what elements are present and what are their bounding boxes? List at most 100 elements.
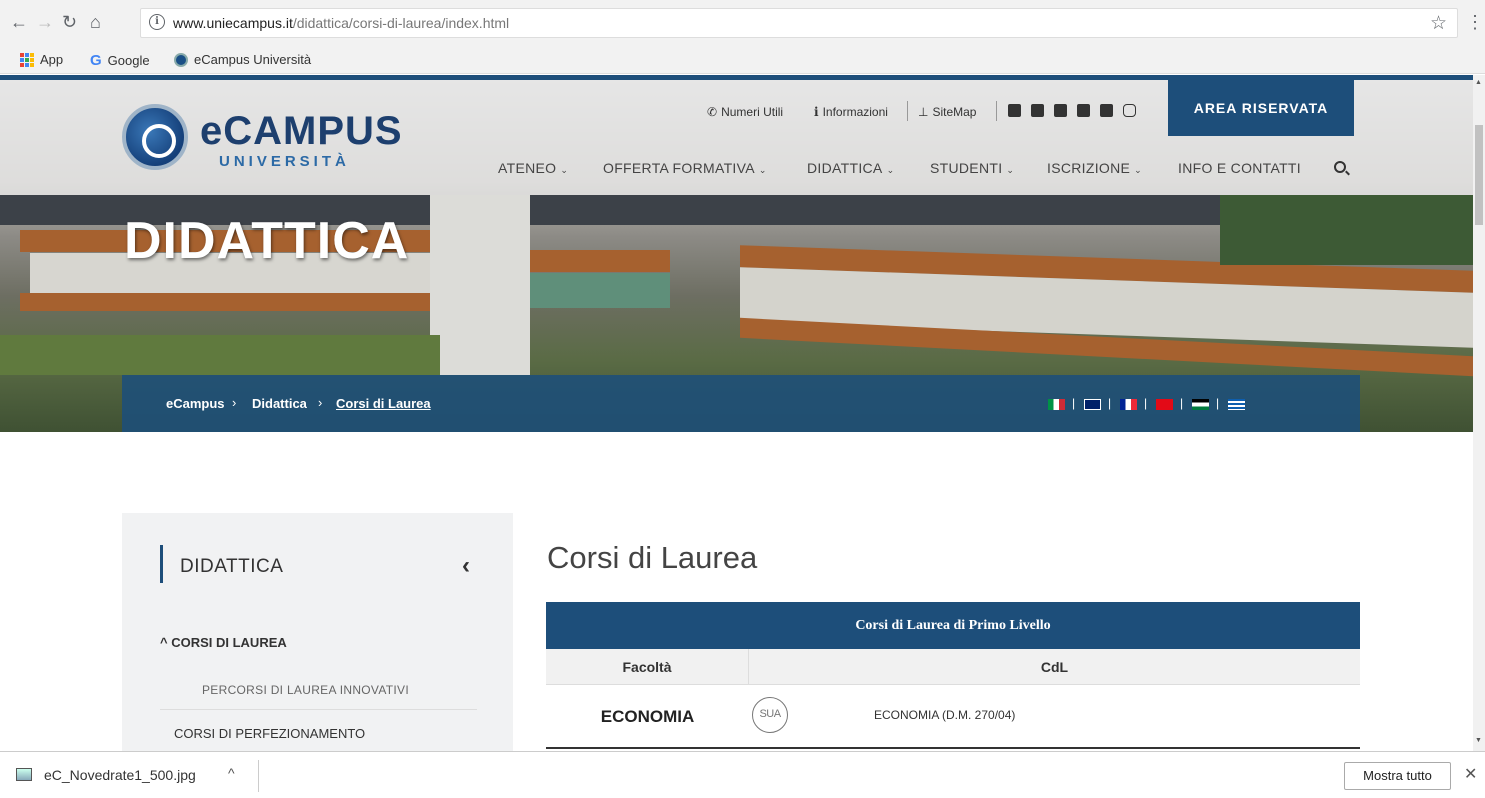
chevron-down-icon: ⌄ [560, 165, 569, 175]
facebook-icon[interactable] [1008, 104, 1021, 117]
sidebar-title-accent [160, 545, 163, 583]
home-icon[interactable]: ⌂ [90, 12, 101, 32]
info-i-icon: i [814, 105, 819, 119]
sidebar-title: DIDATTICA [180, 556, 284, 577]
linkedin-icon[interactable] [1100, 104, 1113, 117]
bookmarks-bar: App G Google eCampus Università [0, 46, 1485, 74]
table-title: Corsi di Laurea di Primo Livello [546, 602, 1360, 649]
scrollbar-thumb[interactable] [1475, 125, 1483, 225]
flag-french-icon[interactable] [1120, 399, 1137, 410]
twitter-icon[interactable] [1031, 104, 1044, 117]
breadcrumb-current[interactable]: Corsi di Laurea [336, 396, 431, 411]
ecampus-logo-icon[interactable] [122, 104, 188, 170]
url-host: www.uniecampus.it [173, 15, 293, 31]
close-icon[interactable]: ✕ [1464, 764, 1477, 784]
flag-separator: | [1180, 396, 1184, 410]
back-icon[interactable]: ← [10, 12, 28, 32]
util-separator [996, 101, 997, 121]
bookmark-google[interactable]: G Google [90, 52, 150, 69]
breadcrumb: eCampus › Didattica › Corsi di Laurea | … [122, 375, 1360, 432]
nav-didattica-label: DIDATTICA [807, 160, 883, 176]
column-header-facolta: Facoltà [546, 649, 749, 685]
building-balcony-mid [530, 250, 670, 272]
chevron-left-icon[interactable]: ‹ [462, 552, 470, 580]
area-riservata-button[interactable]: AREA RISERVATA [1168, 80, 1354, 136]
nav-offerta-label: OFFERTA FORMATIVA [603, 160, 755, 176]
trees-right [1220, 195, 1473, 265]
info-icon[interactable]: i [149, 14, 165, 30]
page-title: Corsi di Laurea [547, 540, 758, 575]
flag-arabic-icon[interactable] [1192, 399, 1209, 410]
bookmark-apps-label: App [40, 52, 64, 67]
sidebar-divider [160, 709, 477, 710]
search-icon[interactable] [1334, 161, 1346, 173]
reload-icon[interactable]: ↻ [62, 12, 77, 32]
bookmark-apps[interactable]: App [20, 52, 63, 67]
chevron-up-icon[interactable]: ^ [228, 765, 235, 781]
bookmark-star-icon[interactable]: ☆ [1430, 12, 1447, 35]
address-bar[interactable]: i www.uniecampus.it/didattica/corsi-di-l… [140, 8, 1458, 38]
nav-studenti-label: STUDENTI [930, 160, 1003, 176]
breadcrumb-didattica[interactable]: Didattica [252, 396, 307, 411]
sidebar-item-corsi-perfezionamento[interactable]: CORSI DI PERFEZIONAMENTO [174, 726, 365, 741]
chevron-down-icon: ⌄ [1006, 165, 1015, 175]
flag-turkish-icon[interactable] [1156, 399, 1173, 410]
sua-badge-icon[interactable]: SUA [752, 697, 788, 733]
hero-banner: eCAMPUS UNIVERSITÀ ✆ Numeri Utili i Inform… [0, 75, 1473, 432]
lawn-left [0, 335, 440, 375]
url-text[interactable]: www.uniecampus.it/didattica/corsi-di-lau… [173, 15, 509, 31]
column-header-cdl: CdL [1040, 659, 1069, 675]
scroll-down-icon[interactable]: ▼ [1475, 737, 1482, 744]
bookmark-ecampus[interactable]: eCampus Università [174, 52, 311, 67]
scroll-up-icon[interactable]: ▲ [1475, 79, 1482, 86]
util-informazioni[interactable]: i Informazioni [814, 105, 888, 119]
util-numeri-utili[interactable]: ✆ Numeri Utili [707, 105, 783, 119]
util-info-label: Informazioni [822, 105, 888, 119]
bookmark-ecampus-label: eCampus Università [194, 52, 312, 67]
nav-iscrizione-label: ISCRIZIONE [1047, 160, 1131, 176]
breadcrumb-separator-icon: › [232, 395, 237, 410]
flag-greek-icon[interactable] [1228, 399, 1245, 410]
nav-didattica[interactable]: DIDATTICA ⌄ [807, 160, 894, 176]
flag-english-icon[interactable] [1084, 399, 1101, 410]
building-ledge-left [20, 293, 440, 311]
chevron-down-icon: ⌄ [758, 165, 767, 175]
youtube-icon[interactable] [1054, 104, 1067, 117]
web-page: eCAMPUS UNIVERSITÀ ✆ Numeri Utili i Inform… [0, 75, 1473, 751]
download-filename[interactable]: eC_Novedrate1_500.jpg [44, 767, 196, 783]
sidebar-item-corsi-di-laurea[interactable]: ^ CORSI DI LAUREA [160, 635, 287, 650]
logo-subtitle: UNIVERSITÀ [219, 153, 350, 170]
flag-separator: | [1216, 396, 1220, 410]
nav-iscrizione[interactable]: ISCRIZIONE ⌄ [1047, 160, 1142, 176]
building-tower [430, 195, 530, 375]
faculty-cell: ECONOMIA [600, 707, 695, 726]
util-sitemap[interactable]: ⊥ SiteMap [918, 105, 976, 119]
browser-toolbar: ← → ↻ ⌂ i www.uniecampus.it/didattica/co… [0, 0, 1485, 46]
hero-title: DIDATTICA [124, 212, 410, 270]
logo-text[interactable]: eCAMPUS [200, 109, 403, 154]
util-separator [907, 101, 908, 121]
sidebar-item-percorsi-innovativi[interactable]: PERCORSI DI LAUREA INNOVATIVI [202, 683, 409, 697]
table-row: ECONOMIA SUA ECONOMIA (D.M. 270/04) [546, 685, 1360, 749]
breadcrumb-ecampus[interactable]: eCampus [166, 396, 225, 411]
page-scrollbar[interactable]: ▲ ▼ [1473, 75, 1485, 751]
instagram-icon[interactable] [1123, 104, 1136, 117]
forward-icon[interactable]: → [36, 12, 54, 32]
flag-italian-icon[interactable] [1048, 399, 1065, 410]
browser-menu-icon[interactable]: ⋮ [1466, 12, 1484, 33]
breadcrumb-separator-icon: › [318, 395, 323, 410]
util-numeri-label: Numeri Utili [721, 105, 784, 119]
building-glass-mid [530, 273, 670, 308]
nav-offerta-formativa[interactable]: OFFERTA FORMATIVA ⌄ [603, 160, 767, 176]
util-sitemap-label: SiteMap [932, 105, 977, 119]
google-plus-icon[interactable] [1077, 104, 1090, 117]
nav-studenti[interactable]: STUDENTI ⌄ [930, 160, 1014, 176]
sidebar: DIDATTICA ‹ ^ CORSI DI LAUREA PERCORSI D… [122, 513, 513, 751]
image-file-icon [16, 768, 32, 781]
nav-ateneo[interactable]: ATENEO ⌄ [498, 160, 568, 176]
cdl-link[interactable]: ECONOMIA (D.M. 270/04) [874, 708, 1015, 722]
shelf-separator [258, 760, 259, 792]
show-all-button[interactable]: Mostra tutto [1344, 762, 1451, 790]
chevron-down-icon: ⌄ [1134, 165, 1142, 175]
nav-info-contatti[interactable]: INFO E CONTATTI [1178, 160, 1301, 176]
